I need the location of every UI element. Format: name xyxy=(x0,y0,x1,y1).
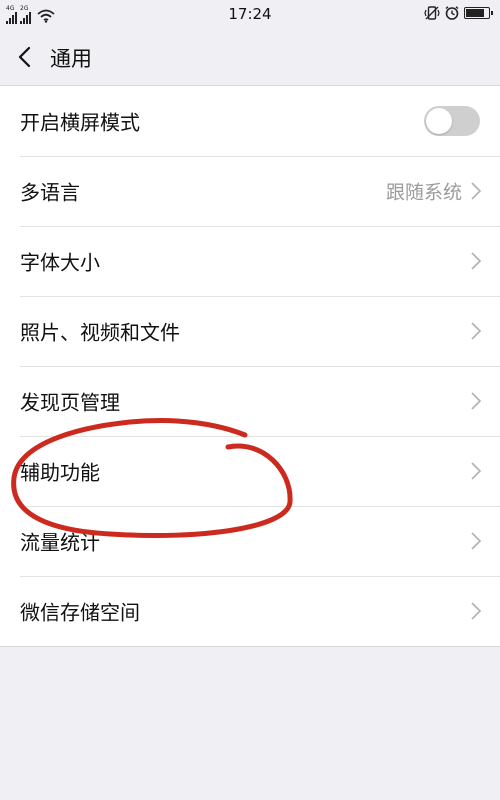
vibrate-icon xyxy=(424,6,440,20)
setting-value: 跟随系统 xyxy=(385,181,462,204)
settings-list: 开启横屏模式 多语言 跟随系统 字体大小 照片、视频和文件 发现页管理 辅助功能… xyxy=(0,86,500,647)
setting-landscape-mode[interactable]: 开启横屏模式 xyxy=(0,86,500,156)
chevron-left-icon[interactable] xyxy=(14,44,40,70)
chevron-right-icon xyxy=(471,462,482,480)
chevron-right-icon xyxy=(471,392,482,410)
setting-language[interactable]: 多语言 跟随系统 xyxy=(0,156,500,226)
setting-label: 流量统计 xyxy=(20,530,100,555)
setting-label: 发现页管理 xyxy=(20,390,120,415)
setting-storage[interactable]: 微信存储空间 xyxy=(0,576,500,646)
status-bar: 4G 2G 17:24 xyxy=(0,0,500,28)
chevron-right-icon xyxy=(471,182,482,200)
setting-media-files[interactable]: 照片、视频和文件 xyxy=(0,296,500,366)
setting-discover-management[interactable]: 发现页管理 xyxy=(0,366,500,436)
nav-header: 通用 xyxy=(0,28,500,86)
setting-label: 微信存储空间 xyxy=(20,600,140,625)
setting-label: 开启横屏模式 xyxy=(20,110,140,135)
setting-label: 辅助功能 xyxy=(20,460,100,485)
chevron-right-icon xyxy=(471,602,482,620)
landscape-toggle[interactable] xyxy=(424,106,480,136)
chevron-right-icon xyxy=(471,252,482,270)
alarm-icon xyxy=(445,6,459,20)
chevron-right-icon xyxy=(471,532,482,550)
setting-label: 多语言 xyxy=(20,180,80,205)
setting-data-usage[interactable]: 流量统计 xyxy=(0,506,500,576)
battery-icon xyxy=(464,7,493,19)
toggle-knob xyxy=(426,108,452,134)
setting-accessibility[interactable]: 辅助功能 xyxy=(0,436,500,506)
status-bar-right xyxy=(424,5,493,21)
setting-label: 照片、视频和文件 xyxy=(20,320,180,345)
chevron-right-icon xyxy=(471,322,482,340)
page-title: 通用 xyxy=(50,47,92,71)
setting-font-size[interactable]: 字体大小 xyxy=(0,226,500,296)
battery-level xyxy=(466,9,485,17)
setting-label: 字体大小 xyxy=(20,250,100,275)
